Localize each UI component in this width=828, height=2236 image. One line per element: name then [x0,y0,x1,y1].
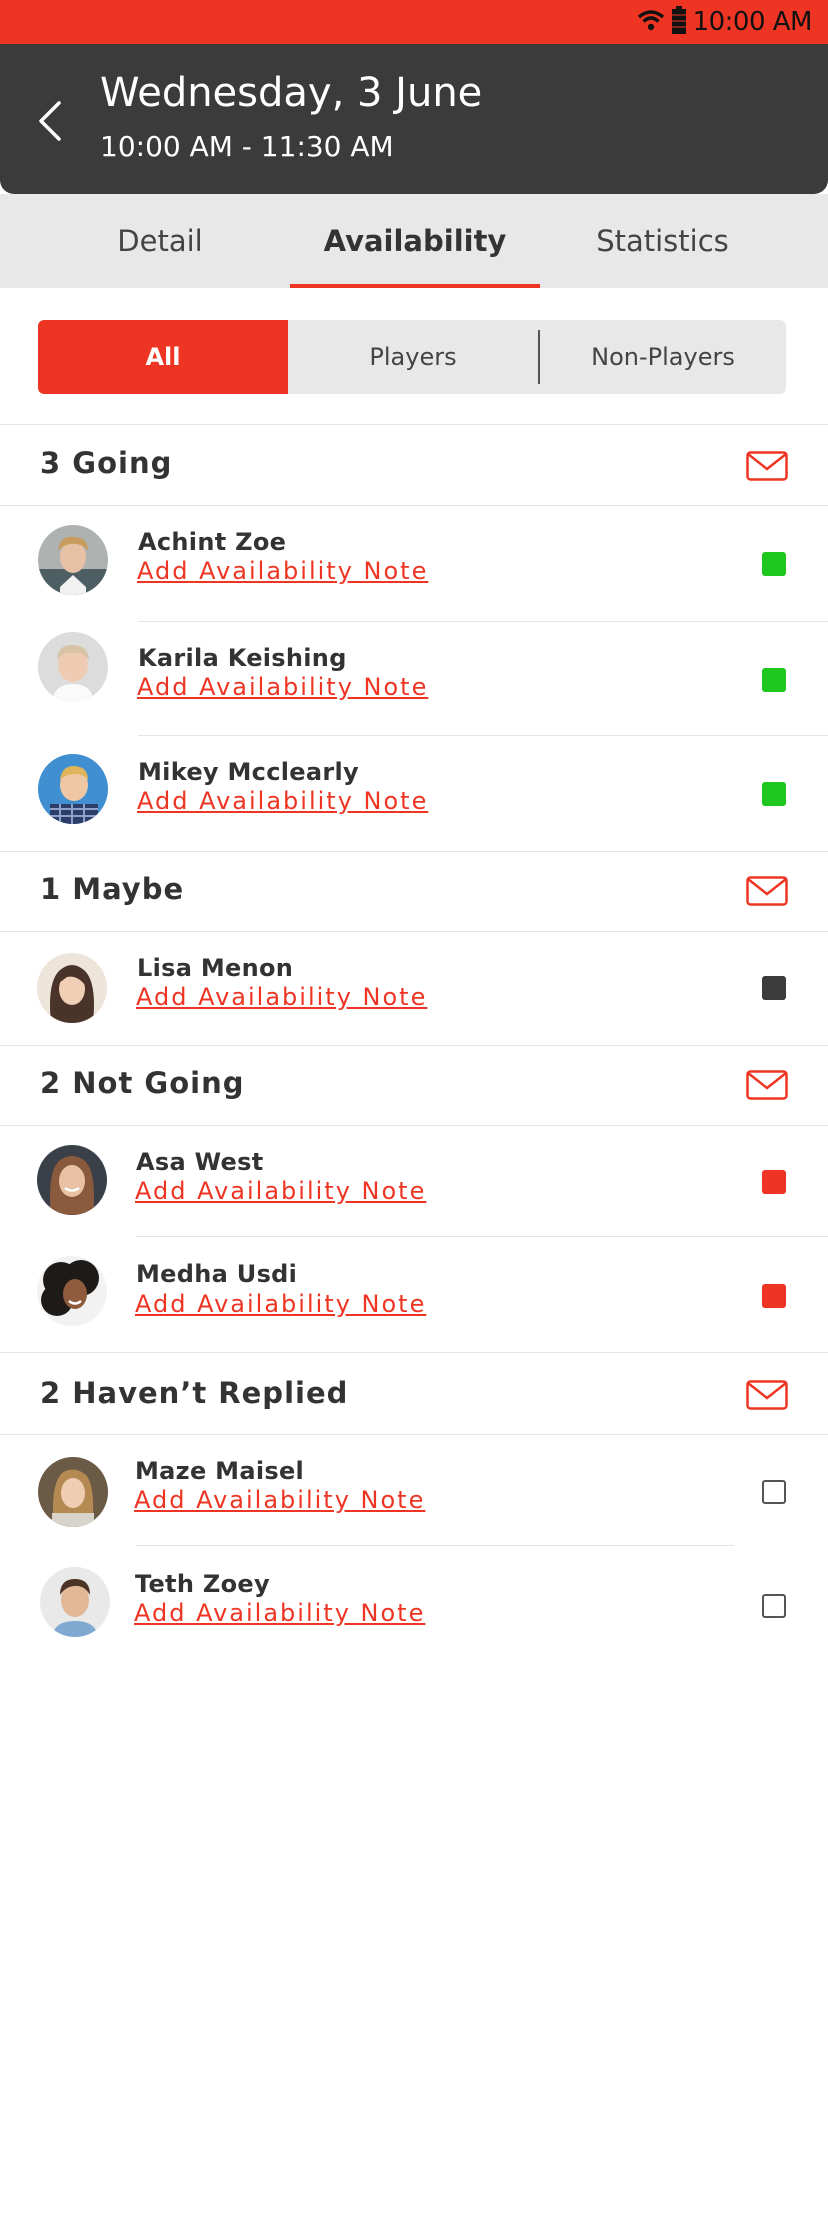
divider [0,1045,828,1046]
mail-icon [746,1070,788,1100]
person-name: Asa West [136,1148,264,1176]
battery-icon [671,6,687,38]
email-maybe-button[interactable] [746,876,788,906]
back-button[interactable] [30,96,70,146]
wifi-icon [637,9,665,35]
availability-status-not-going[interactable] [762,1284,786,1308]
person-name: Karila Keishing [138,644,347,672]
add-availability-note-link[interactable]: Add Availability Note [135,1290,426,1318]
person-name: Maze Maisel [135,1457,305,1485]
avatar [38,525,108,595]
status-indicators: 10:00 AM [637,0,813,44]
email-not-going-button[interactable] [746,1070,788,1100]
mail-icon [746,876,788,906]
divider [0,931,828,932]
tab-bar: Detail Availability Statistics [0,194,828,288]
avatar [38,754,108,824]
filter-non-players-button[interactable]: Non-Players [540,320,786,394]
add-availability-note-link[interactable]: Add Availability Note [135,1177,426,1205]
section-title-maybe: 1 Maybe [40,872,185,906]
person-name: Teth Zoey [135,1570,270,1598]
tab-detail[interactable]: Detail [60,194,260,288]
avatar [38,632,108,702]
availability-checkbox[interactable] [762,1480,786,1504]
person-name: Lisa Menon [137,954,294,982]
availability-status-going[interactable] [762,552,786,576]
add-availability-note-link[interactable]: Add Availability Note [136,983,427,1011]
divider [0,424,828,425]
email-no-reply-button[interactable] [746,1380,788,1410]
divider [0,1125,828,1126]
availability-status-maybe[interactable] [762,976,786,1000]
tab-statistics[interactable]: Statistics [560,194,765,288]
add-availability-note-link[interactable]: Add Availability Note [134,1599,425,1627]
active-tab-indicator [290,284,540,288]
divider [138,621,828,622]
avatar [37,1256,107,1326]
availability-status-going[interactable] [762,782,786,806]
divider [136,1236,828,1237]
divider [0,1434,828,1435]
status-bar: 10:00 AM [0,0,828,44]
filter-all-button[interactable]: All [38,320,288,394]
add-availability-note-link[interactable]: Add Availability Note [137,787,428,815]
add-availability-note-link[interactable]: Add Availability Note [137,673,428,701]
tab-availability[interactable]: Availability [290,194,540,288]
filter-segmented-control: All Players Non-Players [38,320,786,394]
divider [138,735,828,736]
add-availability-note-link[interactable]: Add Availability Note [134,1486,425,1514]
section-title-going: 3 Going [40,446,173,480]
availability-status-going[interactable] [762,668,786,692]
divider [0,505,828,506]
chevron-left-icon [39,101,61,141]
section-title-not-going: 2 Not Going [40,1066,245,1100]
filter-players-button[interactable]: Players [288,320,538,394]
person-name: Achint Zoe [138,528,287,556]
availability-checkbox[interactable] [762,1594,786,1618]
mail-icon [746,1380,788,1410]
avatar [37,953,107,1023]
event-time-range: 10:00 AM - 11:30 AM [100,130,394,163]
divider [0,1352,828,1353]
divider [0,851,828,852]
person-name: Medha Usdi [136,1260,298,1288]
event-header: Wednesday, 3 June 10:00 AM - 11:30 AM [0,44,828,194]
avatar [38,1457,108,1527]
avatar [37,1145,107,1215]
email-going-button[interactable] [746,451,788,481]
event-date-title: Wednesday, 3 June [100,70,483,116]
availability-status-not-going[interactable] [762,1170,786,1194]
divider [136,1545,734,1546]
avatar [40,1567,110,1637]
person-name: Mikey Mcclearly [138,758,359,786]
section-title-no-reply: 2 Haven’t Replied [40,1376,349,1410]
add-availability-note-link[interactable]: Add Availability Note [137,557,428,585]
status-time: 10:00 AM [692,7,813,37]
mail-icon [746,451,788,481]
